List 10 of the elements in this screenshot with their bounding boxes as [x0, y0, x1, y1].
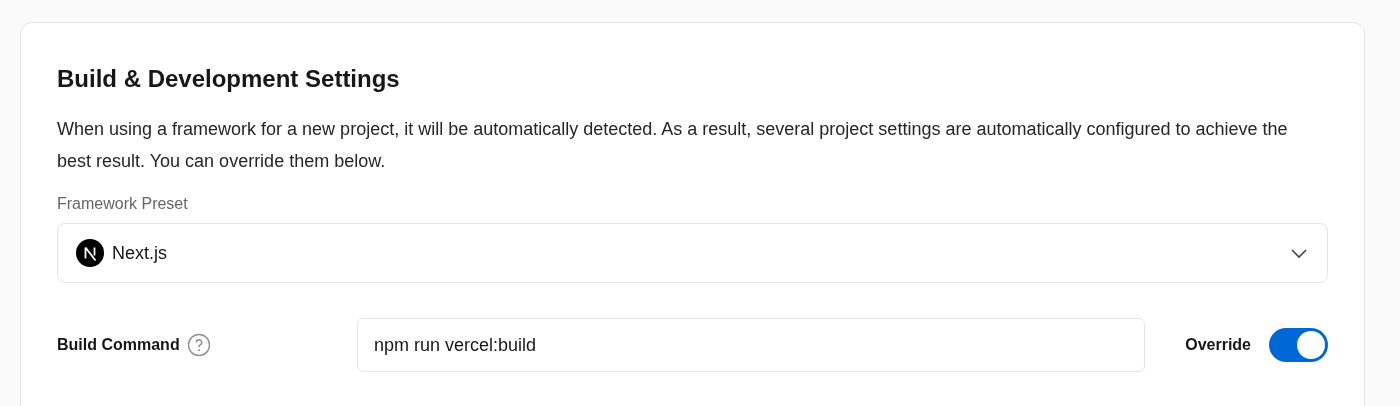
description-text: When using a framework for a new project, it will be automatically detected. As a result, several project settings are automatically configured to achieve the best result. You can override them below. [57, 118, 1289, 173]
build-command-field[interactable]: npm run vercel:build [357, 318, 1145, 372]
field-label: Framework Preset [57, 194, 188, 214]
section-title: Build & Development Settings [57, 64, 401, 94]
help-icon[interactable] [187, 333, 211, 357]
framework-select[interactable]: Next.js [57, 223, 1328, 283]
framework-logo-icon [76, 239, 104, 267]
field-label: Build Command [57, 336, 181, 354]
override-label: Override [1185, 336, 1251, 354]
override-toggle[interactable] [1269, 328, 1328, 362]
